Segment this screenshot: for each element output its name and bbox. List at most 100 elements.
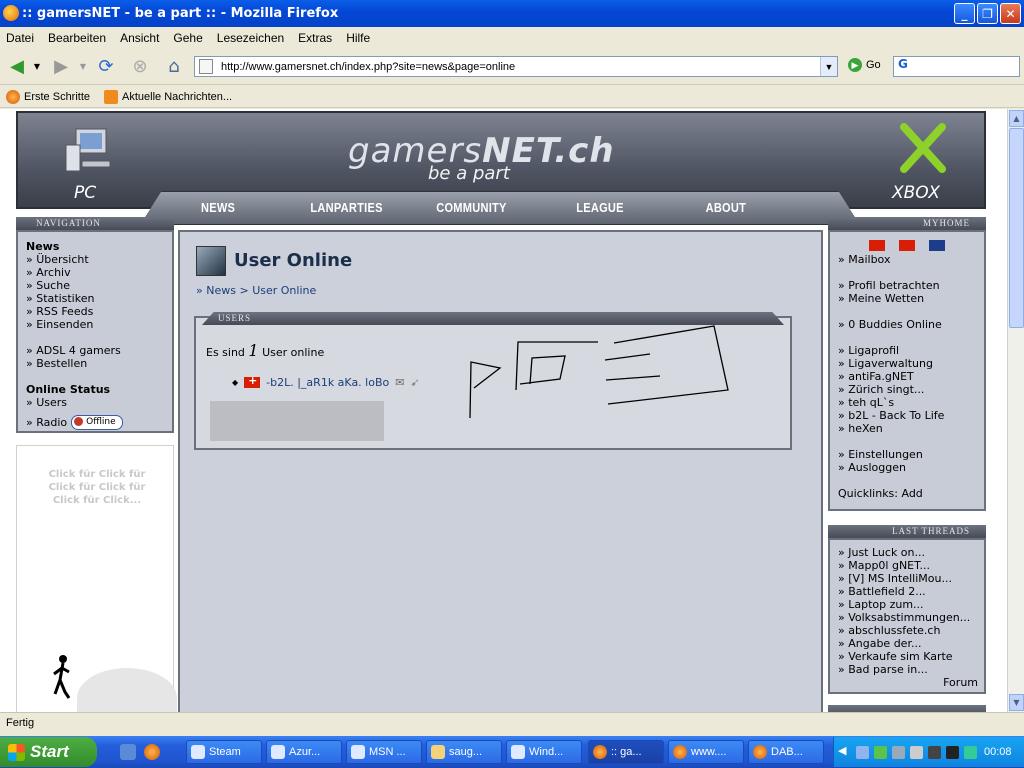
taskbar-firefox-www[interactable]: www.... <box>668 740 744 764</box>
myhome-clan-b2l[interactable]: » b2L - Back To Life <box>838 409 984 422</box>
thread-item[interactable]: » [V] MS IntelliMou... <box>838 572 984 585</box>
menu-ansicht[interactable]: Ansicht <box>120 31 159 45</box>
tray-network-icon[interactable] <box>856 746 869 759</box>
vertical-scrollbar[interactable]: ▲ ▼ <box>1007 109 1024 712</box>
taskbar-steam[interactable]: Steam <box>186 740 262 764</box>
forward-dropdown-icon[interactable]: ▼ <box>78 54 88 78</box>
online-users-link[interactable]: » Users <box>26 396 172 409</box>
address-bar[interactable]: http://www.gamersnet.ch/index.php?site=n… <box>194 56 838 77</box>
minimize-button[interactable]: _ <box>954 3 975 24</box>
menu-lesezeichen[interactable]: Lesezeichen <box>217 31 284 45</box>
back-dropdown-icon[interactable]: ▼ <box>32 54 42 78</box>
menu-gehe[interactable]: Gehe <box>173 31 202 45</box>
myhome-clan-zuerich[interactable]: » Zürich singt... <box>838 383 984 396</box>
quicklaunch-ie-icon[interactable] <box>120 744 136 760</box>
scroll-down-icon[interactable]: ▼ <box>1009 694 1024 711</box>
breadcrumb-user-online[interactable]: User Online <box>252 284 316 297</box>
pc-icon[interactable] <box>62 125 114 175</box>
nav-link-suche[interactable]: » Suche <box>26 279 172 292</box>
uk-flag-icon[interactable] <box>929 240 945 251</box>
radio-status-badge[interactable]: Offline <box>71 415 123 430</box>
nav-community[interactable]: COMMUNITY <box>436 200 506 215</box>
nav-link-einsenden[interactable]: » Einsenden <box>26 318 172 331</box>
tray-update-icon[interactable] <box>964 746 977 759</box>
thread-item[interactable]: » abschlussfete.ch <box>838 624 984 637</box>
close-button[interactable]: ✕ <box>1000 3 1021 24</box>
menu-datei[interactable]: Datei <box>6 31 34 45</box>
xbox-icon[interactable] <box>898 123 948 173</box>
scroll-thumb[interactable] <box>1009 128 1024 328</box>
thread-item[interactable]: » Verkaufe sim Karte <box>838 650 984 663</box>
tray-media-icon[interactable] <box>946 746 959 759</box>
nav-about[interactable]: ABOUT <box>706 200 747 215</box>
back-icon[interactable]: ◀ <box>4 54 30 78</box>
start-button[interactable]: Start <box>0 737 97 767</box>
xbox-label[interactable]: XBOX <box>892 183 940 203</box>
taskbar-media-player[interactable]: Wind... <box>506 740 582 764</box>
nav-section-news[interactable]: News <box>26 240 172 253</box>
bookmark-aktuelle-nachrichten[interactable]: Aktuelle Nachrichten... <box>104 89 232 104</box>
myhome-mailbox[interactable]: » Mailbox <box>838 253 984 266</box>
thread-item[interactable]: » Just Luck on... <box>838 546 984 559</box>
taskbar-folder[interactable]: saug... <box>426 740 502 764</box>
forward-icon[interactable]: ▶ <box>48 54 74 78</box>
stop-icon[interactable]: ⊗ <box>128 54 152 78</box>
address-dropdown-icon[interactable]: ▼ <box>820 57 837 76</box>
myhome-clan-antifa[interactable]: » antiFa.gNET <box>838 370 984 383</box>
home-icon[interactable]: ⌂ <box>162 54 186 78</box>
thread-item[interactable]: » Laptop zum... <box>838 598 984 611</box>
tray-speaker-icon[interactable] <box>892 746 905 759</box>
tray-antivirus-icon[interactable] <box>874 746 887 759</box>
thread-item[interactable]: » Mapp0l gNET... <box>838 559 984 572</box>
taskbar-azureus[interactable]: Azur... <box>266 740 342 764</box>
bookmark-erste-schritte[interactable]: Erste Schritte <box>6 89 90 104</box>
tray-device-icon[interactable] <box>910 746 923 759</box>
thread-item[interactable]: » Bad parse in... <box>838 663 984 676</box>
thread-item[interactable]: » Volksabstimmungen... <box>838 611 984 624</box>
nav-lanparties[interactable]: LANPARTIES <box>310 200 382 215</box>
nav-link-uebersicht[interactable]: » Übersicht <box>26 253 172 266</box>
maximize-button[interactable]: ❐ <box>977 3 998 24</box>
taskbar-msn[interactable]: MSN ... <box>346 740 422 764</box>
swiss-flag-fr-icon[interactable] <box>899 240 915 251</box>
forum-link[interactable]: Forum <box>838 676 984 689</box>
myhome-wetten[interactable]: » Meine Wetten <box>838 292 984 305</box>
nav-link-statistiken[interactable]: » Statistiken <box>26 292 172 305</box>
taskbar-firefox-gamersnet[interactable]: :: ga... <box>588 740 664 764</box>
nav-link-bestellen[interactable]: » Bestellen <box>26 357 172 370</box>
mail-icon[interactable]: ✉ <box>395 376 404 389</box>
arrow-icon[interactable]: ➹ <box>410 376 419 389</box>
menu-bearbeiten[interactable]: Bearbeiten <box>48 31 106 45</box>
tray-steam-icon[interactable] <box>928 746 941 759</box>
quicklaunch-firefox-icon[interactable] <box>144 744 160 760</box>
myhome-profil[interactable]: » Profil betrachten <box>838 279 984 292</box>
nav-link-adsl[interactable]: » ADSL 4 gamers <box>26 344 172 357</box>
tray-expand-icon[interactable]: ◀ <box>838 744 851 757</box>
myhome-clan-hexen[interactable]: » heXen <box>838 422 984 435</box>
breadcrumb-news[interactable]: News <box>206 284 236 297</box>
myhome-ausloggen[interactable]: » Ausloggen <box>838 461 984 474</box>
reload-icon[interactable]: ⟳ <box>94 54 118 78</box>
pc-label[interactable]: PC <box>74 183 96 203</box>
user-name-link[interactable]: -b2L. |_aR1k aKa. loBo <box>266 376 389 389</box>
taskbar-firefox-dab[interactable]: DAB... <box>748 740 824 764</box>
menu-extras[interactable]: Extras <box>298 31 332 45</box>
thread-item[interactable]: » Battlefield 2... <box>838 585 984 598</box>
myhome-clan-tehql[interactable]: » teh qL`s <box>838 396 984 409</box>
nav-link-archiv[interactable]: » Archiv <box>26 266 172 279</box>
myhome-quicklinks[interactable]: Quicklinks: Add <box>838 487 984 500</box>
radio-link[interactable]: » Radio <box>26 416 67 429</box>
myhome-ligaprofil[interactable]: » Ligaprofil <box>838 344 984 357</box>
nav-link-rss-feeds[interactable]: » RSS Feeds <box>26 305 172 318</box>
go-button[interactable]: ▶ Go <box>848 58 881 72</box>
advertisement-banner[interactable]: Click für Click für Click für Click für … <box>16 445 177 712</box>
search-input[interactable]: G <box>893 56 1020 77</box>
myhome-einstellungen[interactable]: » Einstellungen <box>838 448 984 461</box>
myhome-buddies[interactable]: » 0 Buddies Online <box>838 318 984 331</box>
menu-hilfe[interactable]: Hilfe <box>346 31 370 45</box>
clock[interactable]: 00:08 <box>984 746 1012 758</box>
thread-item[interactable]: » Angabe der... <box>838 637 984 650</box>
window-titlebar[interactable]: :: gamersNET - be a part :: - Mozilla Fi… <box>0 0 1024 27</box>
nav-league[interactable]: LEAGUE <box>576 200 624 215</box>
scroll-up-icon[interactable]: ▲ <box>1009 110 1024 127</box>
